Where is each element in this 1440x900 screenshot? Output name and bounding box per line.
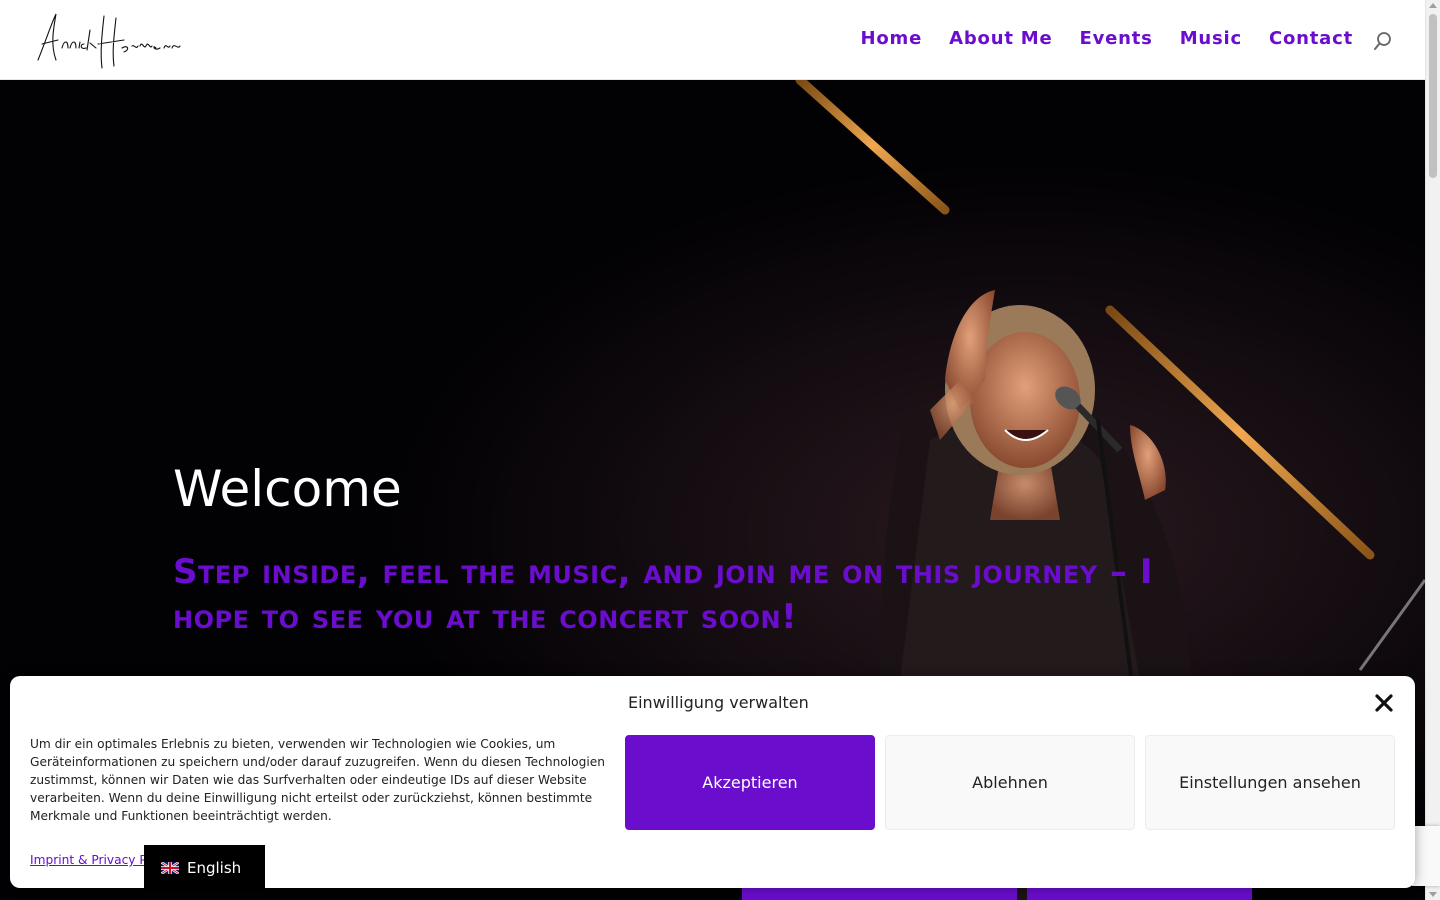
cookie-title: Einwilligung verwalten: [628, 693, 809, 712]
main-navigation: Home About Me Events Music Contact: [861, 28, 1353, 49]
nav-events[interactable]: Events: [1080, 28, 1153, 49]
hero-subtitle: Step inside, feel the music, and join me…: [173, 552, 1153, 637]
uk-flag-icon: [161, 862, 179, 874]
page-scrollbar[interactable]: [1425, 0, 1440, 900]
hero-title: Welcome: [173, 460, 402, 518]
logo[interactable]: [32, 10, 182, 72]
view-settings-button[interactable]: Einstellungen ansehen: [1145, 735, 1395, 830]
close-icon[interactable]: [1373, 692, 1395, 714]
language-switcher[interactable]: English: [144, 845, 265, 891]
deny-button[interactable]: Ablehnen: [885, 735, 1135, 830]
language-label: English: [187, 859, 242, 877]
cookie-description: Um dir ein optimales Erlebnis zu bieten,…: [30, 737, 605, 823]
scroll-down-arrow-icon[interactable]: [1429, 892, 1437, 897]
nav-contact[interactable]: Contact: [1269, 28, 1353, 49]
scroll-up-arrow-icon[interactable]: [1429, 3, 1437, 8]
recaptcha-badge: [1412, 826, 1440, 886]
scrollbar-thumb[interactable]: [1429, 14, 1437, 178]
accept-button[interactable]: Akzeptieren: [625, 735, 875, 830]
nav-music[interactable]: Music: [1180, 28, 1242, 49]
search-icon[interactable]: [1373, 31, 1393, 51]
site-header: Home About Me Events Music Contact: [0, 0, 1425, 80]
nav-about-me[interactable]: About Me: [949, 28, 1052, 49]
nav-home[interactable]: Home: [861, 28, 923, 49]
